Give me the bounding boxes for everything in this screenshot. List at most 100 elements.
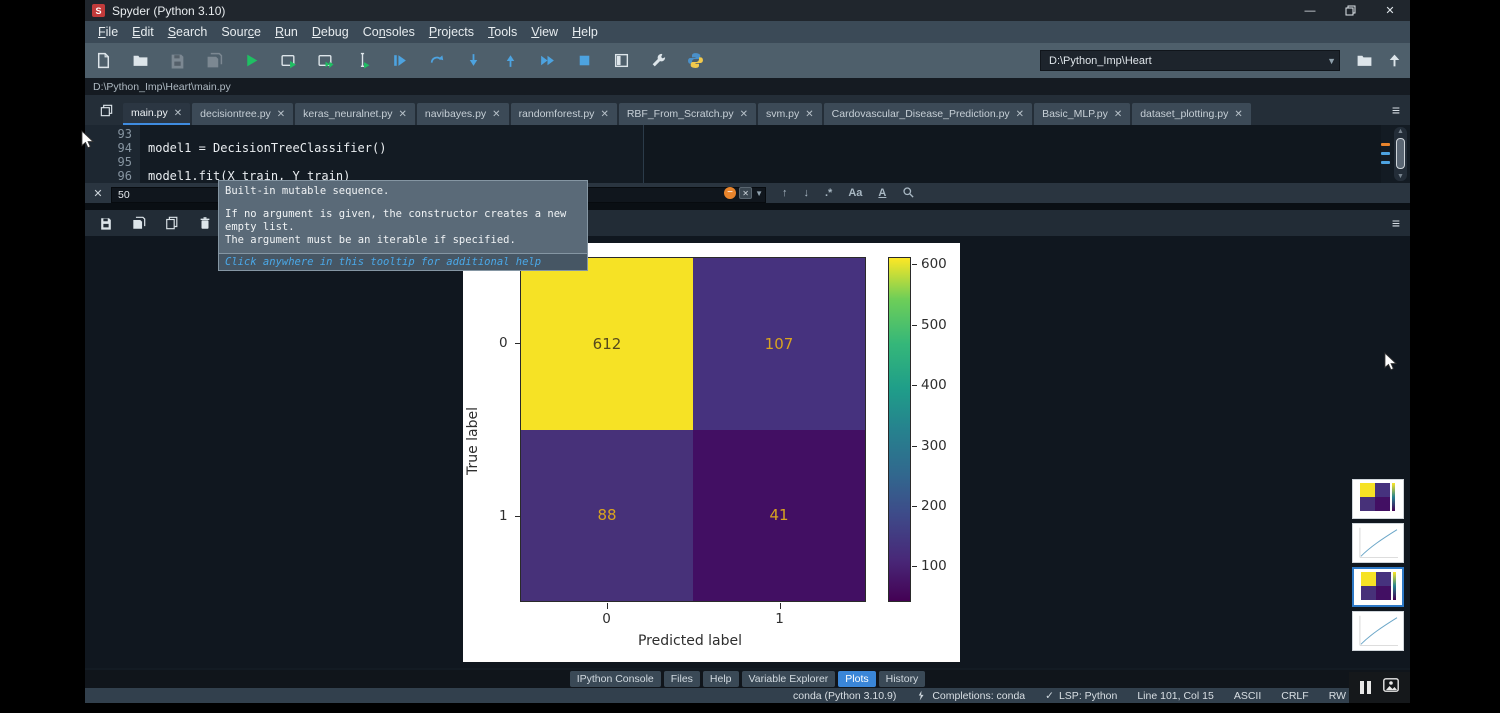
case-sensitive-toggle[interactable]: Aa <box>848 187 862 199</box>
maximize-pane-button[interactable] <box>603 47 640 75</box>
regex-toggle[interactable]: .* <box>825 187 832 199</box>
tab-keras_neuralnet.py[interactable]: keras_neuralnet.py✕ <box>295 103 415 125</box>
save-all-button[interactable] <box>196 47 233 75</box>
pane-tab-help[interactable]: Help <box>703 671 739 687</box>
menu-source[interactable]: Source <box>214 23 268 41</box>
search-icon[interactable] <box>902 186 915 200</box>
debug-continue-button[interactable] <box>418 47 455 75</box>
close-find-icon[interactable]: ✕ <box>85 187 111 200</box>
menu-file[interactable]: File <box>91 23 125 41</box>
restore-button[interactable] <box>1330 0 1370 21</box>
pane-tab-variable-explorer[interactable]: Variable Explorer <box>742 671 836 687</box>
save-button[interactable] <box>159 47 196 75</box>
debug-run-button[interactable] <box>381 47 418 75</box>
working-directory-combo[interactable]: ▼ <box>1040 50 1340 71</box>
plot-thumbnail-line-plot[interactable] <box>1352 523 1404 563</box>
close-tab-icon[interactable]: ✕ <box>174 108 182 119</box>
preferences-button[interactable] <box>640 47 677 75</box>
close-tab-icon[interactable]: ✕ <box>1114 109 1122 120</box>
pane-tab-plots[interactable]: Plots <box>838 671 875 687</box>
pause-icon[interactable] <box>1360 681 1371 694</box>
new-file-button[interactable] <box>85 47 122 75</box>
run-button[interactable] <box>233 47 270 75</box>
close-tab-icon[interactable]: ✕ <box>492 109 500 120</box>
calltip-tooltip[interactable]: Built-in mutable sequence. If no argumen… <box>218 180 588 271</box>
menu-view[interactable]: View <box>524 23 565 41</box>
browse-directory-button[interactable] <box>1352 48 1376 72</box>
menu-debug[interactable]: Debug <box>305 23 356 41</box>
scrollbar-thumb[interactable] <box>1396 138 1405 169</box>
copy-plot-button[interactable] <box>155 212 188 234</box>
remove-plot-button[interactable] <box>188 212 221 234</box>
editor-options-menu-icon[interactable]: ≡ <box>1392 102 1400 118</box>
tab-randomforest.py[interactable]: randomforest.py✕ <box>511 103 617 125</box>
tooltip-line: If no argument is given, the constructor… <box>225 208 581 234</box>
close-tab-icon[interactable]: ✕ <box>1016 109 1024 120</box>
menu-help[interactable]: Help <box>565 23 605 41</box>
chevron-down-icon[interactable]: ▼ <box>1327 56 1336 66</box>
open-folder-button[interactable] <box>122 47 159 75</box>
tooltip-help-link[interactable]: Click anywhere in this tooltip for addit… <box>219 253 587 270</box>
restore-icon <box>1345 5 1356 16</box>
close-tab-icon[interactable]: ✕ <box>740 109 748 120</box>
close-button[interactable]: ✕ <box>1370 0 1410 21</box>
parent-directory-button[interactable] <box>1382 48 1406 72</box>
screenshot-icon[interactable] <box>1383 678 1399 697</box>
menu-consoles[interactable]: Consoles <box>356 23 422 41</box>
minimize-button[interactable]: — <box>1290 0 1330 21</box>
browse-tabs-button[interactable] <box>93 98 119 122</box>
completions-icon <box>916 690 927 701</box>
tab-dataset_plotting.py[interactable]: dataset_plotting.py✕ <box>1132 103 1251 125</box>
pane-tab-files[interactable]: Files <box>664 671 700 687</box>
run-cell-button[interactable] <box>270 47 307 75</box>
tab-Cardovascular_Disease_Prediction.py[interactable]: Cardovascular_Disease_Prediction.py✕ <box>824 103 1032 125</box>
working-directory-input[interactable] <box>1040 50 1340 71</box>
pane-tab-ipython-console[interactable]: IPython Console <box>570 671 661 687</box>
run-selection-button[interactable] <box>344 47 381 75</box>
step-return-button[interactable] <box>492 47 529 75</box>
tab-navibayes.py[interactable]: navibayes.py✕ <box>417 103 509 125</box>
heatmap-cell-0-1: 107 <box>693 258 865 430</box>
menu-run[interactable]: Run <box>268 23 305 41</box>
close-tab-icon[interactable]: ✕ <box>1234 109 1242 120</box>
stop-button[interactable] <box>566 47 603 75</box>
find-previous-button[interactable]: ↑ <box>782 187 788 199</box>
tab-main.py[interactable]: main.py✕ <box>123 103 190 125</box>
confusion-matrix-figure[interactable]: 6121078841 True label Predicted label 10… <box>463 243 960 662</box>
close-tab-icon[interactable]: ✕ <box>277 109 285 120</box>
status-conda-python-3-10-9-: conda (Python 3.10.9) <box>793 690 896 702</box>
plots-options-menu-icon[interactable]: ≡ <box>1392 215 1400 231</box>
run-cell-advance-button[interactable] <box>307 47 344 75</box>
tab-svm.py[interactable]: svm.py✕ <box>758 103 822 125</box>
breadcrumb: D:\Python_Imp\Heart\main.py <box>85 78 1410 95</box>
close-tab-icon[interactable]: ✕ <box>805 109 813 120</box>
up-arrow-icon <box>1386 52 1403 69</box>
plot-thumbnail-confusion-matrix[interactable] <box>1352 479 1404 519</box>
fast-forward-button[interactable] <box>529 47 566 75</box>
tab-RBF_From_Scratch.py[interactable]: RBF_From_Scratch.py✕ <box>619 103 756 125</box>
save-all-plots-button[interactable] <box>122 212 155 234</box>
menu-search[interactable]: Search <box>161 23 215 41</box>
pane-tab-history[interactable]: History <box>879 671 926 687</box>
find-next-button[interactable]: ↓ <box>804 187 810 199</box>
whole-words-toggle[interactable]: A <box>878 187 886 199</box>
tab-decisiontree.py[interactable]: decisiontree.py✕ <box>192 103 293 125</box>
step-into-button[interactable] <box>455 47 492 75</box>
save-plot-button[interactable] <box>89 212 122 234</box>
chevron-down-icon[interactable]: ▼ <box>755 189 763 198</box>
python-env-button[interactable] <box>677 47 714 75</box>
menu-edit[interactable]: Edit <box>125 23 161 41</box>
editor-scrollbar[interactable]: ▲ ▼ <box>1394 127 1407 181</box>
plot-thumbnail-line-plot[interactable] <box>1352 611 1404 651</box>
code-editor[interactable]: 9394model1 = DecisionTreeClassifier()959… <box>85 125 1410 183</box>
clear-search-icon[interactable]: ✕ <box>739 187 752 199</box>
close-tab-icon[interactable]: ✕ <box>600 109 608 120</box>
code-line: 94model1 = DecisionTreeClassifier() <box>85 141 1410 155</box>
close-tab-icon[interactable]: ✕ <box>398 109 406 120</box>
colorbar <box>888 257 911 602</box>
menu-tools[interactable]: Tools <box>481 23 524 41</box>
menu-projects[interactable]: Projects <box>422 23 481 41</box>
plot-thumbnail-confusion-matrix-selected[interactable] <box>1352 567 1404 607</box>
tab-Basic_MLP.py[interactable]: Basic_MLP.py✕ <box>1034 103 1130 125</box>
tooltip-line: The argument must be an iterable if spec… <box>225 234 581 247</box>
